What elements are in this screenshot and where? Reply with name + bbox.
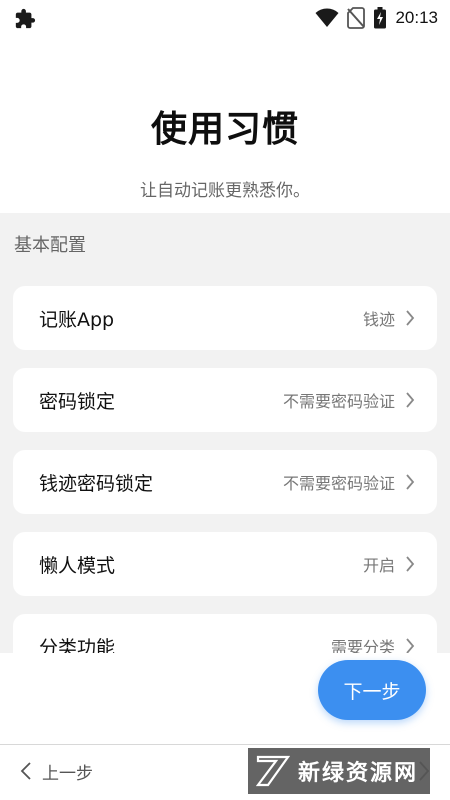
settings-panel: 基本配置 记账App 钱迹 密码锁定 不需要密码验证 钱迹密码锁定 不需要密码验…: [0, 213, 450, 653]
status-icons: 20:13: [315, 6, 438, 30]
no-sim-icon: [347, 7, 366, 29]
section-label: 基本配置: [14, 235, 86, 256]
chevron-right-icon: [406, 392, 415, 408]
setting-label: 懒人模式: [39, 554, 116, 577]
puzzle-icon: [15, 8, 36, 29]
chevron-left-icon: [20, 762, 31, 780]
chevron-right-icon: [406, 556, 415, 572]
setting-label: 分类功能: [39, 636, 116, 654]
watermark-logo-icon: [256, 755, 290, 787]
watermark: 新绿资源网: [248, 748, 430, 794]
page-subtitle: 让自动记账更熟悉你。: [140, 181, 310, 201]
next-step-button[interactable]: 下一步: [318, 660, 426, 720]
setting-value: 不需要密码验证: [282, 474, 395, 493]
setting-value: 需要分类: [330, 638, 395, 653]
setting-value: 开启: [362, 556, 395, 575]
prev-step-label: 上一步: [42, 763, 93, 784]
setting-value: 不需要密码验证: [282, 392, 395, 411]
page-title: 使用习惯: [150, 109, 299, 150]
setting-label: 钱迹密码锁定: [39, 472, 154, 495]
wifi-icon: [315, 8, 339, 27]
prev-step-button[interactable]: 上一步: [20, 758, 93, 784]
setting-row-category[interactable]: 分类功能 需要分类: [13, 614, 437, 653]
setting-value: 钱迹: [362, 310, 395, 329]
setting-label: 密码锁定: [39, 390, 116, 413]
battery-charging-icon: [374, 7, 387, 29]
chevron-right-icon: [406, 310, 415, 326]
chevron-right-icon: [406, 638, 415, 653]
bottom-divider: [0, 744, 450, 745]
chevron-right-icon: [419, 761, 430, 781]
status-time: 20:13: [395, 8, 438, 27]
setting-row-accounting-app[interactable]: 记账App 钱迹: [13, 286, 437, 350]
status-bar: 20:13: [0, 0, 450, 36]
chevron-right-icon: [406, 474, 415, 490]
setting-label: 记账App: [39, 308, 115, 331]
setting-row-lazy-mode[interactable]: 懒人模式 开启: [13, 532, 437, 596]
setting-row-app-password-lock[interactable]: 钱迹密码锁定 不需要密码验证: [13, 450, 437, 514]
watermark-text: 新绿资源网: [298, 761, 419, 786]
setting-row-password-lock[interactable]: 密码锁定 不需要密码验证: [13, 368, 437, 432]
